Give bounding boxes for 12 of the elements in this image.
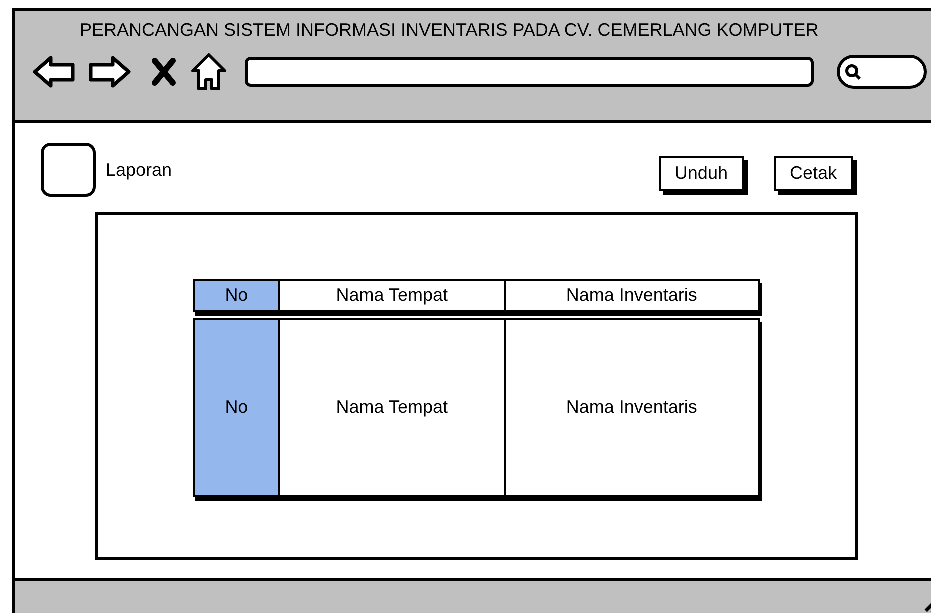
- table-cell: No: [195, 320, 278, 495]
- checkbox[interactable]: [41, 143, 96, 197]
- table-header-cell: No: [195, 281, 278, 310]
- address-field[interactable]: [245, 57, 814, 87]
- close-icon[interactable]: [151, 58, 177, 86]
- forward-arrow-icon[interactable]: [89, 55, 131, 89]
- search-icon: [844, 63, 862, 81]
- back-arrow-icon[interactable]: [33, 55, 75, 89]
- checkbox-label: Laporan: [106, 158, 172, 182]
- window-title: PERANCANGAN SISTEM INFORMASI INVENTARIS PADA CV. CEMERLANG KOMPUTER: [80, 19, 819, 41]
- search-field[interactable]: [837, 55, 927, 89]
- home-icon[interactable]: [191, 53, 227, 91]
